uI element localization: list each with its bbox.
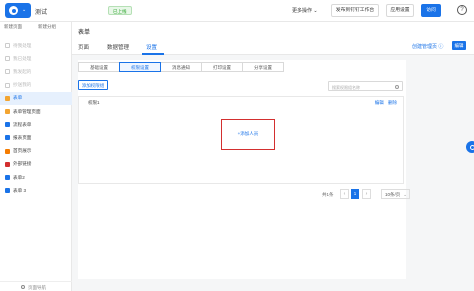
settings-panel: 基础设置 权限设置 消息通知 打印设置 分享设置 添加权限组 搜索权限组名称 权… [78, 60, 410, 279]
sub-tab-basic-settings[interactable]: 基础设置 [78, 62, 120, 72]
permission-group-actions: 编辑 删除 [372, 100, 397, 106]
publish-to-dingtalk-button[interactable]: 发布到钉钉工作台 [331, 4, 379, 17]
search-icon[interactable] [395, 84, 399, 89]
page-icon [5, 122, 10, 128]
page-icon [5, 188, 10, 194]
sidebar-item-label: 表单 [13, 95, 23, 101]
page-icon [5, 56, 10, 62]
sidebar-item-label: 首页展示 [13, 148, 32, 154]
pagination-total: 共1条 [322, 191, 334, 197]
page-icon [5, 43, 10, 48]
page-icon [5, 175, 10, 180]
app-title: 测试 [35, 10, 48, 16]
tab-page[interactable]: 页面 [78, 43, 89, 51]
page-icon [5, 161, 10, 167]
sidebar-item-form[interactable]: 表单 [0, 91, 72, 105]
chevron-down-icon: ⌄ [22, 7, 27, 13]
status-badge: 已上线 [108, 6, 132, 15]
new-page-button[interactable]: 新建页面 [4, 24, 22, 30]
edit-button[interactable]: 编辑 [452, 41, 466, 50]
main-area: 表单 页面 数据管理 设置 创建管理页 ⓘ 编辑 基础设置 权限设置 消息通知 … [72, 22, 474, 291]
sidebar-item-report[interactable]: 报表页面 [0, 131, 72, 144]
sidebar-item-form3[interactable]: 表单 3 [0, 184, 72, 197]
page-icon [5, 148, 10, 154]
sidebar: 新建页面 新建分组 待我处理我已处理我发起的抄送我的表单表单管理页面 流程表单报表… [0, 22, 72, 291]
sidebar-item-label: 表单 3 [13, 187, 27, 193]
page-size-value: 10条/页 [385, 192, 401, 197]
sidebar-item-label: 表单2 [13, 174, 25, 180]
add-person-highlight: +添加人员 [221, 119, 275, 150]
add-permission-group-button[interactable]: 添加权限组 [78, 80, 108, 90]
sidebar-item-label: 表单管理页面 [13, 108, 41, 114]
page-header: 表单 页面 数据管理 设置 创建管理页 ⓘ 编辑 [72, 22, 474, 55]
sidebar-item-label: 我已处理 [13, 55, 32, 61]
next-page-button[interactable]: › [362, 189, 371, 199]
sub-tab-permission-settings[interactable]: 权限设置 [119, 62, 161, 72]
permission-group-card: 权限1 编辑 删除 +添加人员 [78, 96, 404, 184]
tab-settings[interactable]: 设置 [146, 43, 157, 51]
more-operations-menu[interactable]: 更多操作 ⌄ [292, 7, 318, 14]
page-navigation[interactable]: 页面导航 [0, 281, 72, 291]
current-page-button[interactable]: 1 [351, 189, 359, 199]
top-bar: ⌄ 测试 已上线 更多操作 ⌄ 发布到钉钉工作台 应用设置 访问 ? [0, 0, 474, 22]
active-tab-indicator [142, 53, 164, 55]
sidebar-item-label: 抄送我的 [13, 82, 32, 88]
app-logo-icon [9, 6, 18, 15]
sub-tab-message-notification[interactable]: 消息通知 [160, 62, 202, 72]
visit-button[interactable]: 访问 [421, 4, 441, 17]
sidebar-item-label: 待我处理 [13, 42, 32, 48]
app-settings-button[interactable]: 应用设置 [386, 4, 414, 17]
sidebar-item-external-link[interactable]: 外部链接 [0, 158, 72, 171]
permission-group-search[interactable]: 搜索权限组名称 [328, 81, 403, 91]
tab-data-management[interactable]: 数据管理 [107, 43, 129, 51]
page-size-select[interactable]: 10条/页 ⌄ [381, 189, 410, 199]
floating-help-button[interactable] [466, 141, 474, 153]
sidebar-item-todo[interactable]: 待我处理 [0, 39, 72, 52]
search-input[interactable]: 搜索权限组名称 [332, 85, 360, 91]
help-icon[interactable]: ? [457, 5, 467, 15]
delete-group-link[interactable]: 删除 [388, 100, 397, 105]
sidebar-toolbar: 新建页面 新建分组 [0, 22, 72, 32]
permission-group-name: 权限1 [88, 100, 100, 105]
page-icon [5, 109, 10, 114]
sub-tab-print-settings[interactable]: 打印设置 [201, 62, 243, 72]
sidebar-item-cc[interactable]: 抄送我的 [0, 79, 72, 92]
page-icon [5, 69, 10, 75]
page-icon [5, 135, 10, 141]
sidebar-item-done[interactable]: 我已处理 [0, 52, 72, 65]
sidebar-item-label: 报表页面 [13, 134, 32, 140]
create-admin-page-link[interactable]: 创建管理页 ⓘ [412, 43, 443, 50]
page-navigation-label: 页面导航 [28, 285, 46, 290]
sidebar-item-label: 外部链接 [13, 161, 32, 167]
sidebar-item-label: 流程表单 [13, 121, 32, 127]
sidebar-item-home-display[interactable]: 首页展示 [0, 145, 72, 158]
sub-tab-share-settings[interactable]: 分享设置 [242, 62, 284, 72]
page-icon [5, 95, 10, 101]
navigation-icon [21, 285, 25, 289]
sidebar-item-initiated[interactable]: 我发起的 [0, 65, 72, 78]
new-group-button[interactable]: 新建分组 [38, 24, 56, 30]
page-icon [5, 82, 10, 88]
edit-group-link[interactable]: 编辑 [375, 100, 384, 105]
chevron-down-icon: ⌄ [403, 192, 407, 197]
sidebar-item-form2[interactable]: 表单2 [0, 171, 72, 184]
add-person-link[interactable]: +添加人员 [222, 131, 274, 137]
sidebar-item-form-management[interactable]: 表单管理页面 [0, 105, 72, 118]
sidebar-item-label: 我发起的 [13, 68, 32, 74]
sidebar-item-process-form[interactable]: 流程表单 [0, 118, 72, 131]
page-title: 表单 [78, 30, 91, 36]
app-logo[interactable]: ⌄ [5, 3, 31, 18]
previous-page-button[interactable]: ‹ [340, 189, 349, 199]
